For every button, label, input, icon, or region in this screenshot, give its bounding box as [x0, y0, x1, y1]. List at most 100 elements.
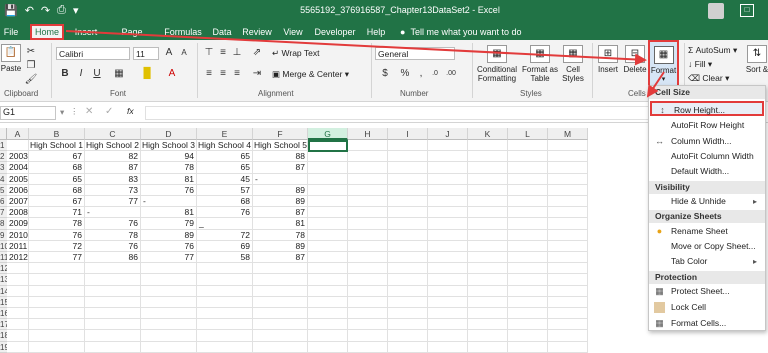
- table-cell[interactable]: [428, 308, 468, 320]
- chevron-down-icon[interactable]: ▾: [60, 107, 64, 118]
- name-box[interactable]: G1: [0, 106, 56, 120]
- table-cell[interactable]: [253, 263, 308, 275]
- fill-color-icon[interactable]: █: [140, 68, 154, 80]
- table-cell[interactable]: [388, 196, 428, 208]
- table-cell[interactable]: [29, 319, 85, 331]
- table-cell[interactable]: [388, 184, 428, 196]
- menu-item-lock-cell[interactable]: Lock Cell: [649, 300, 765, 315]
- currency-icon[interactable]: $: [378, 68, 392, 80]
- table-cell[interactable]: [29, 308, 85, 320]
- table-cell[interactable]: [308, 184, 348, 196]
- table-cell[interactable]: 2008: [7, 207, 29, 219]
- table-cell[interactable]: [388, 229, 428, 241]
- orientation-icon[interactable]: ⇗: [250, 47, 264, 59]
- table-cell[interactable]: [7, 330, 29, 342]
- table-cell[interactable]: [548, 218, 588, 230]
- table-cell[interactable]: [7, 140, 29, 152]
- table-cell[interactable]: [388, 252, 428, 264]
- table-cell[interactable]: [197, 263, 253, 275]
- align-center-icon[interactable]: ≡: [216, 68, 230, 80]
- table-cell[interactable]: [428, 229, 468, 241]
- table-cell[interactable]: [348, 308, 388, 320]
- align-left-icon[interactable]: ≡: [202, 68, 216, 80]
- table-cell[interactable]: [348, 240, 388, 252]
- table-cell[interactable]: 81: [141, 207, 197, 219]
- table-cell[interactable]: [548, 330, 588, 342]
- column-header-j[interactable]: J: [428, 128, 468, 140]
- table-cell[interactable]: [468, 330, 508, 342]
- table-cell[interactable]: [348, 229, 388, 241]
- table-cell[interactable]: [7, 285, 29, 297]
- tab-view[interactable]: View: [282, 24, 304, 40]
- row-header[interactable]: 15: [0, 296, 7, 308]
- table-cell[interactable]: [308, 207, 348, 219]
- table-cell[interactable]: [308, 229, 348, 241]
- column-header-h[interactable]: H: [348, 128, 388, 140]
- table-cell[interactable]: [348, 341, 388, 353]
- table-cell[interactable]: [141, 319, 197, 331]
- table-cell[interactable]: [548, 196, 588, 208]
- table-cell[interactable]: [468, 140, 508, 152]
- number-format-select[interactable]: General: [375, 47, 455, 60]
- table-cell[interactable]: 2007: [7, 196, 29, 208]
- merge-center-button[interactable]: ▣ Merge & Center ▾: [272, 69, 349, 80]
- table-cell[interactable]: [508, 184, 548, 196]
- tab-file[interactable]: File: [2, 24, 20, 40]
- table-cell[interactable]: [348, 162, 388, 174]
- table-cell[interactable]: [508, 151, 548, 163]
- cut-icon[interactable]: ✂: [24, 46, 38, 58]
- menu-item-rename-sheet[interactable]: ● Rename Sheet: [649, 224, 765, 239]
- table-cell[interactable]: [428, 184, 468, 196]
- table-cell[interactable]: [348, 296, 388, 308]
- table-cell[interactable]: 73: [85, 184, 141, 196]
- sort-filter-button[interactable]: ⇅ Sort &: [744, 45, 768, 74]
- table-cell[interactable]: [508, 319, 548, 331]
- table-cell[interactable]: [308, 330, 348, 342]
- menu-item-autofit-column-width[interactable]: AutoFit Column Width: [649, 149, 765, 164]
- table-cell[interactable]: [85, 274, 141, 286]
- table-cell[interactable]: [308, 285, 348, 297]
- table-cell[interactable]: 45: [197, 173, 253, 185]
- table-cell[interactable]: [388, 151, 428, 163]
- table-cell[interactable]: [508, 308, 548, 320]
- table-cell[interactable]: [468, 207, 508, 219]
- copy-icon[interactable]: ❐: [24, 60, 38, 72]
- column-header-g[interactable]: G: [308, 128, 348, 140]
- table-cell[interactable]: [348, 207, 388, 219]
- table-cell[interactable]: 81: [141, 173, 197, 185]
- table-cell[interactable]: [388, 263, 428, 275]
- table-cell[interactable]: [348, 184, 388, 196]
- paste-button[interactable]: 📋 Paste: [0, 44, 22, 73]
- table-cell[interactable]: [348, 285, 388, 297]
- comma-style-icon[interactable]: ,: [414, 68, 428, 80]
- table-cell[interactable]: [253, 285, 308, 297]
- table-cell[interactable]: [388, 140, 428, 152]
- table-cell[interactable]: 77: [141, 252, 197, 264]
- table-cell[interactable]: [548, 263, 588, 275]
- row-header[interactable]: 13: [0, 274, 7, 286]
- table-cell[interactable]: [548, 207, 588, 219]
- ribbon-display-options-icon[interactable]: □: [740, 4, 754, 17]
- table-cell[interactable]: [548, 229, 588, 241]
- table-cell[interactable]: 2012: [7, 252, 29, 264]
- table-cell[interactable]: [29, 263, 85, 275]
- table-cell[interactable]: [468, 252, 508, 264]
- table-cell[interactable]: [141, 341, 197, 353]
- table-cell[interactable]: 89: [253, 184, 308, 196]
- row-header[interactable]: 4: [0, 173, 7, 185]
- table-cell[interactable]: [468, 274, 508, 286]
- row-header[interactable]: 14: [0, 285, 7, 297]
- table-cell[interactable]: [548, 173, 588, 185]
- table-cell[interactable]: [428, 240, 468, 252]
- wrap-text-button[interactable]: ↵ Wrap Text: [272, 48, 319, 59]
- table-cell[interactable]: 65: [29, 173, 85, 185]
- table-cell[interactable]: [388, 207, 428, 219]
- bold-icon[interactable]: B: [58, 68, 72, 80]
- table-cell[interactable]: High School 5: [253, 140, 308, 152]
- menu-item-column-width[interactable]: ↔ Column Width...: [649, 134, 765, 149]
- table-cell[interactable]: [308, 341, 348, 353]
- tab-page-layout[interactable]: Page Layout: [107, 24, 157, 53]
- tell-me-box[interactable]: ● Tell me what you want to do: [400, 24, 522, 40]
- format-painter-icon[interactable]: 🖌: [24, 74, 38, 86]
- table-cell[interactable]: [468, 162, 508, 174]
